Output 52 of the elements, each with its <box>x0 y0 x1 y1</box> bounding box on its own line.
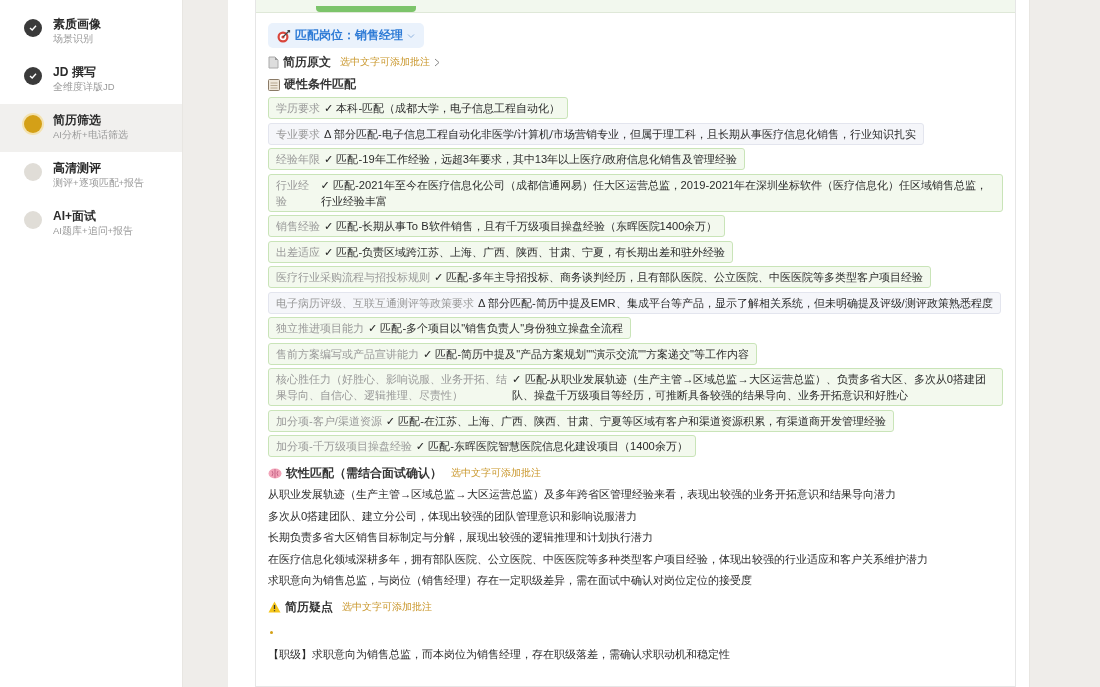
section-title: 简历疑点 <box>285 599 333 615</box>
criteria-row: 加分项-千万级项目操盘经验 ✓ 匹配-东晖医院智慧医院信息化建设项目（1400余万） <box>268 435 696 457</box>
section-title: 硬性条件匹配 <box>284 77 356 92</box>
position-selector[interactable]: 匹配岗位：销售经理 <box>268 23 424 48</box>
step-title: 高清测评 <box>53 161 102 176</box>
criteria-row: 专业要求 Δ 部分匹配-电子信息工程自动化非医学/计算机/市场营销专业，但属于理工科，且长期从事医疗信息化销售，行业知识扎实 <box>268 122 924 145</box>
criteria-row: 出差适应 ✓ 匹配-负责区域跨江苏、上海、广西、陕西、甘肃、宁夏，有长期出差和驻外经验 <box>268 240 734 263</box>
step-subtitle: AI题库+追问+报告 <box>53 224 134 237</box>
step-title: 简历筛选 <box>53 113 102 128</box>
criteria-row: 电子病历评级、互联互通测评等政策要求 Δ 部分匹配-简历中提及EMR、集成平台等产品，显示了解相关系统，但未明确提及评级/测评政策熟悉程度 <box>268 291 1001 314</box>
step-subtitle: 全维度详版JD <box>53 80 115 93</box>
criteria-row: 医疗行业采购流程与招投标规则 ✓ 匹配-多年主导招投标、商务谈判经历，且有部队医院、公立医院、中医医院等多类型客户项目经验 <box>268 266 932 288</box>
target-icon <box>277 28 291 43</box>
warning-icon <box>268 601 281 613</box>
criteria-row: 加分项-客户/渠道资源 ✓ 匹配-在江苏、上海、广西、陕西、甘肃、宁夏等区域有客户和渠道资源积累，有渠道商开发管理经验 <box>268 409 895 432</box>
bullet-dot <box>270 630 273 634</box>
brain-icon <box>268 468 282 479</box>
step-title: JD 撰写 <box>53 65 97 80</box>
check-icon <box>29 72 37 80</box>
step-item[interactable]: 简历筛选 AI分析+电话筛选 <box>0 104 182 152</box>
criteria-row: 独立推进项目能力 ✓ 匹配-多个项目以"销售负责人"身份独立操盘全流程 <box>268 317 632 339</box>
criteria-row: 销售经验 ✓ 匹配-长期从事To B软件销售，且有千万级项目操盘经验（东晖医院1400余万） <box>268 215 726 237</box>
soft-match-text: 长期负责多省大区销售目标制定与分解，展现出较强的逻辑推理和计划执行潜力 <box>268 530 654 545</box>
step-item[interactable]: AI+面试 AI题库+追问+报告 <box>0 200 182 248</box>
step-item[interactable]: 高清测评 测评+逐项匹配+报告 <box>0 152 182 200</box>
annotation-hint: 选中文字可添加批注 <box>451 467 541 480</box>
step-title: AI+面试 <box>53 209 97 224</box>
soft-match-text: 从职业发展轨迹（生产主管→区域总监→大区运营总监）及多年跨省区管理经验来看，表现出较强的业务开拓意识和结果导向潜力 <box>268 487 897 502</box>
soft-match-text: 求职意向为销售总监，与岗位（销售经理）存在一定职级差异，需在面试中确认对岗位定位的接受度 <box>268 573 753 588</box>
criteria-row: 学历要求 ✓ 本科-匹配（成都大学，电子信息工程自动化） <box>268 97 569 119</box>
chevron-down-icon <box>407 31 415 40</box>
check-icon <box>29 24 37 32</box>
step-item[interactable]: JD 撰写 全维度详版JD <box>0 56 182 104</box>
annotation-hint: 选中文字可添加批注 <box>342 600 432 614</box>
step-title: 素质画像 <box>53 17 101 32</box>
section-title: 简历原文 <box>283 55 331 70</box>
annotation-hint: 选中文字可添加批注 <box>340 56 430 69</box>
section-title: 软性匹配（需结合面试确认） <box>286 466 442 481</box>
clipboard-icon <box>268 78 280 91</box>
soft-match-text: 在医疗信息化领域深耕多年，拥有部队医院、公立医院、中医医院等多种类型客户项目经验，体现出较强的行业适应和客户关系维护潜力 <box>268 551 929 567</box>
step-item[interactable]: 素质画像 场景识别 <box>0 8 182 56</box>
criteria-row: 核心胜任力（好胜心、影响说服、业务开拓、结果导向、自信心、逻辑推理、尽责性） ✓ 匹配-从职业发展轨迹（生产主管→区域总监→大区运营总监）、负责多省大区、多次从0搭建团队、操盘千万级项目等经历，可推断具备较强的结果导向、业务开拓意识和好胜心 <box>268 368 1003 406</box>
chevron-right-icon[interactable] <box>434 58 440 67</box>
criteria-row: 经验年限 ✓ 匹配-19年工作经验，远超3年要求，其中13年以上医疗/政府信息化销售及管理经验 <box>268 148 746 170</box>
criteria-row: 售前方案编写或产品宣讲能力 ✓ 匹配-简历中提及"产品方案规划""演示交流""方案递交"等工作内容 <box>268 342 758 365</box>
doubt-text: 【职级】求职意向为销售总监，而本岗位为销售经理，存在职级落差，需确认求职动机和稳定性 <box>268 646 731 662</box>
soft-match-text: 多次从0搭建团队、建立分公司，体现出较强的团队管理意识和影响说服潜力 <box>268 508 639 524</box>
step-subtitle: AI分析+电话筛选 <box>53 128 128 141</box>
criteria-row: 行业经验 ✓ 匹配-2021年至今在医疗信息化公司（成都信通网易）任大区运营总监，2019-2021年在深圳坐标软件（医疗信息化）任区域销售总监，行业经验丰富 <box>268 173 1003 212</box>
step-subtitle: 测评+逐项匹配+报告 <box>53 176 145 189</box>
step-subtitle: 场景识别 <box>53 32 94 45</box>
document-icon <box>268 56 279 69</box>
